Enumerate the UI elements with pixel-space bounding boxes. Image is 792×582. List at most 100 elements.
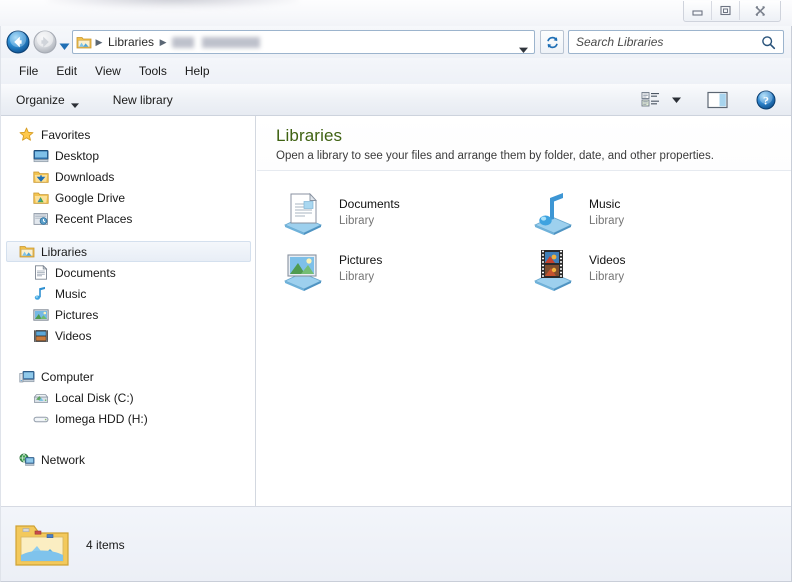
menu-item-tools[interactable]: Tools [130, 61, 176, 81]
title-bar-redacted-text [48, 0, 298, 8]
menu-item-help[interactable]: Help [176, 61, 219, 81]
address-bar[interactable]: ▶ Libraries ▶ [72, 30, 535, 54]
recent-places-icon [32, 211, 49, 227]
sidebar-item-label: Iomega HDD (H:) [55, 411, 148, 426]
preview-pane-button[interactable] [703, 88, 732, 112]
title-bar[interactable] [0, 0, 792, 26]
view-options-dropdown-icon[interactable] [670, 94, 683, 106]
organize-button[interactable]: Organize [8, 89, 87, 111]
sidebar-item-label: Google Drive [55, 190, 126, 205]
explorer-window: ▶ Libraries ▶ Search Libraries File Edit… [0, 0, 792, 582]
libraries-folder-icon [12, 515, 72, 575]
library-tile-name: Documents [339, 197, 400, 211]
libraries-folder-icon [18, 244, 35, 260]
sidebar-group-label: Computer [41, 369, 94, 384]
breadcrumb-separator-icon: ▶ [159, 36, 167, 47]
menu-item-view[interactable]: View [86, 61, 130, 81]
sidebar-item-label: Downloads [55, 169, 115, 184]
menu-item-edit[interactable]: Edit [47, 61, 86, 81]
sidebar-item-downloads[interactable]: Downloads [0, 166, 255, 187]
status-bar: 4 items [0, 506, 792, 582]
sidebar-item-documents[interactable]: Documents [0, 262, 255, 283]
breadcrumb-item-libraries[interactable]: Libraries [106, 35, 156, 49]
toolbar-right-group: ? [637, 87, 792, 113]
sidebar-group-label: Favorites [41, 127, 91, 142]
new-library-label: New library [112, 92, 173, 107]
sidebar-item-music[interactable]: Music [0, 283, 255, 304]
view-options-button[interactable] [637, 88, 664, 111]
close-button[interactable] [740, 1, 780, 20]
sidebar-item-google-drive[interactable]: Google Drive [0, 187, 255, 208]
sidebar-item-label: Pictures [55, 307, 99, 322]
navigation-pane[interactable]: Favorites Desktop Downloads Google Drive… [0, 116, 256, 506]
library-tile-pictures[interactable]: Pictures Library [271, 241, 521, 297]
search-icon[interactable] [761, 35, 776, 50]
videos-library-icon [527, 245, 577, 293]
sidebar-item-label: Videos [55, 328, 92, 343]
sidebar-item-desktop[interactable]: Desktop [0, 145, 255, 166]
menu-bar: File Edit View Tools Help [0, 58, 792, 84]
sidebar-group-network[interactable]: Network [0, 449, 255, 470]
navigation-bar: ▶ Libraries ▶ [0, 26, 792, 58]
desktop-icon [32, 148, 49, 164]
new-library-button[interactable]: New library [105, 89, 181, 111]
library-tile-kind: Library [589, 215, 625, 227]
sidebar-item-local-disk-c[interactable]: Local Disk (C:) [0, 387, 255, 408]
library-tile-text: Videos Library [589, 253, 625, 285]
refresh-button[interactable] [540, 30, 564, 54]
library-tile-music[interactable]: Music Library [521, 185, 771, 241]
library-tile-documents[interactable]: Documents Library [271, 185, 521, 241]
history-dropdown-icon[interactable] [59, 38, 70, 50]
library-tile-text: Documents Library [339, 197, 400, 229]
pictures-library-icon [32, 307, 49, 323]
documents-library-icon [277, 189, 327, 237]
library-tile-text: Pictures Library [339, 253, 382, 285]
back-button[interactable] [6, 30, 30, 54]
sidebar-item-label: Recent Places [55, 211, 133, 226]
content-header: Libraries Open a library to see your fil… [257, 116, 792, 171]
sidebar-item-recent-places[interactable]: Recent Places [0, 208, 255, 229]
breadcrumb-item-redacted[interactable] [172, 36, 268, 48]
address-dropdown-icon[interactable] [519, 40, 528, 53]
library-tile-kind: Library [339, 271, 375, 283]
libraries-folder-icon [76, 35, 92, 50]
sidebar-item-iomega-hdd-h[interactable]: Iomega HDD (H:) [0, 408, 255, 429]
search-input[interactable] [569, 34, 761, 50]
page-title: Libraries [276, 126, 343, 145]
sidebar-item-label: Documents [55, 265, 116, 280]
svg-text:?: ? [763, 93, 769, 107]
sidebar-group-label: Libraries [41, 244, 88, 259]
minimize-button[interactable] [684, 1, 712, 20]
sidebar-item-videos[interactable]: Videos [0, 325, 255, 346]
sidebar-group-favorites[interactable]: Favorites [0, 124, 255, 145]
library-tile-kind: Library [589, 271, 625, 283]
sidebar-item-label: Local Disk (C:) [55, 390, 134, 405]
search-box[interactable] [568, 30, 784, 54]
videos-library-icon [32, 328, 49, 344]
library-tile-name: Videos [589, 253, 626, 267]
help-button[interactable]: ? [752, 87, 780, 113]
library-tile-kind: Library [339, 215, 375, 227]
library-tile-name: Pictures [339, 253, 383, 267]
forward-button[interactable] [33, 30, 57, 54]
sidebar-group-computer[interactable]: Computer [0, 366, 255, 387]
library-tile-text: Music Library [589, 197, 624, 229]
maximize-button[interactable] [712, 1, 740, 20]
external-drive-icon [32, 411, 49, 427]
menu-item-file[interactable]: File [10, 61, 47, 81]
library-tile-videos[interactable]: Videos Library [521, 241, 771, 297]
sidebar-group-label: Network [41, 452, 86, 467]
library-tiles: Documents Library Music Library Pictures… [257, 171, 792, 297]
hard-drive-system-icon [32, 390, 49, 406]
computer-icon [18, 369, 35, 385]
music-library-icon [527, 189, 577, 237]
content-pane[interactable]: Libraries Open a library to see your fil… [257, 116, 792, 506]
google-drive-folder-icon [32, 190, 49, 206]
window-controls [683, 1, 781, 22]
sidebar-item-libraries[interactable]: Libraries [6, 241, 251, 262]
sidebar-item-pictures[interactable]: Pictures [0, 304, 255, 325]
